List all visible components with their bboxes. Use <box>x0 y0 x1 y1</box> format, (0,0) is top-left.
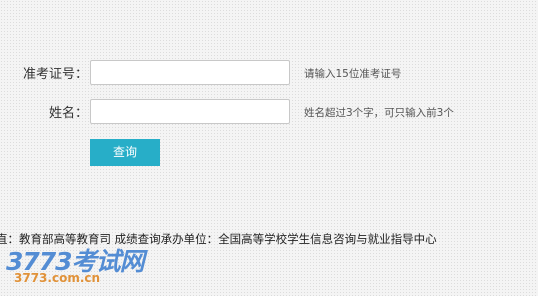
query-button[interactable]: 查询 <box>90 139 160 166</box>
name-hint: 姓名超过3个字，可只输入前3个 <box>304 107 454 119</box>
name-label: 姓名： <box>48 106 88 121</box>
watermark-url-text: 3773.com.cn <box>14 271 101 285</box>
exam-id-hint: 请输入15位准考证号 <box>304 68 402 80</box>
name-row: 姓名： 姓名超过3个字，可只输入前3个 <box>0 99 538 126</box>
name-input[interactable] <box>90 99 290 124</box>
exam-id-input[interactable] <box>90 60 290 85</box>
site-watermark-logo: 3773考试网 3773.com.cn <box>6 242 176 288</box>
exam-id-row: 准考证号： 请输入15位准考证号 <box>0 60 538 87</box>
exam-id-label: 准考证号： <box>22 67 88 82</box>
